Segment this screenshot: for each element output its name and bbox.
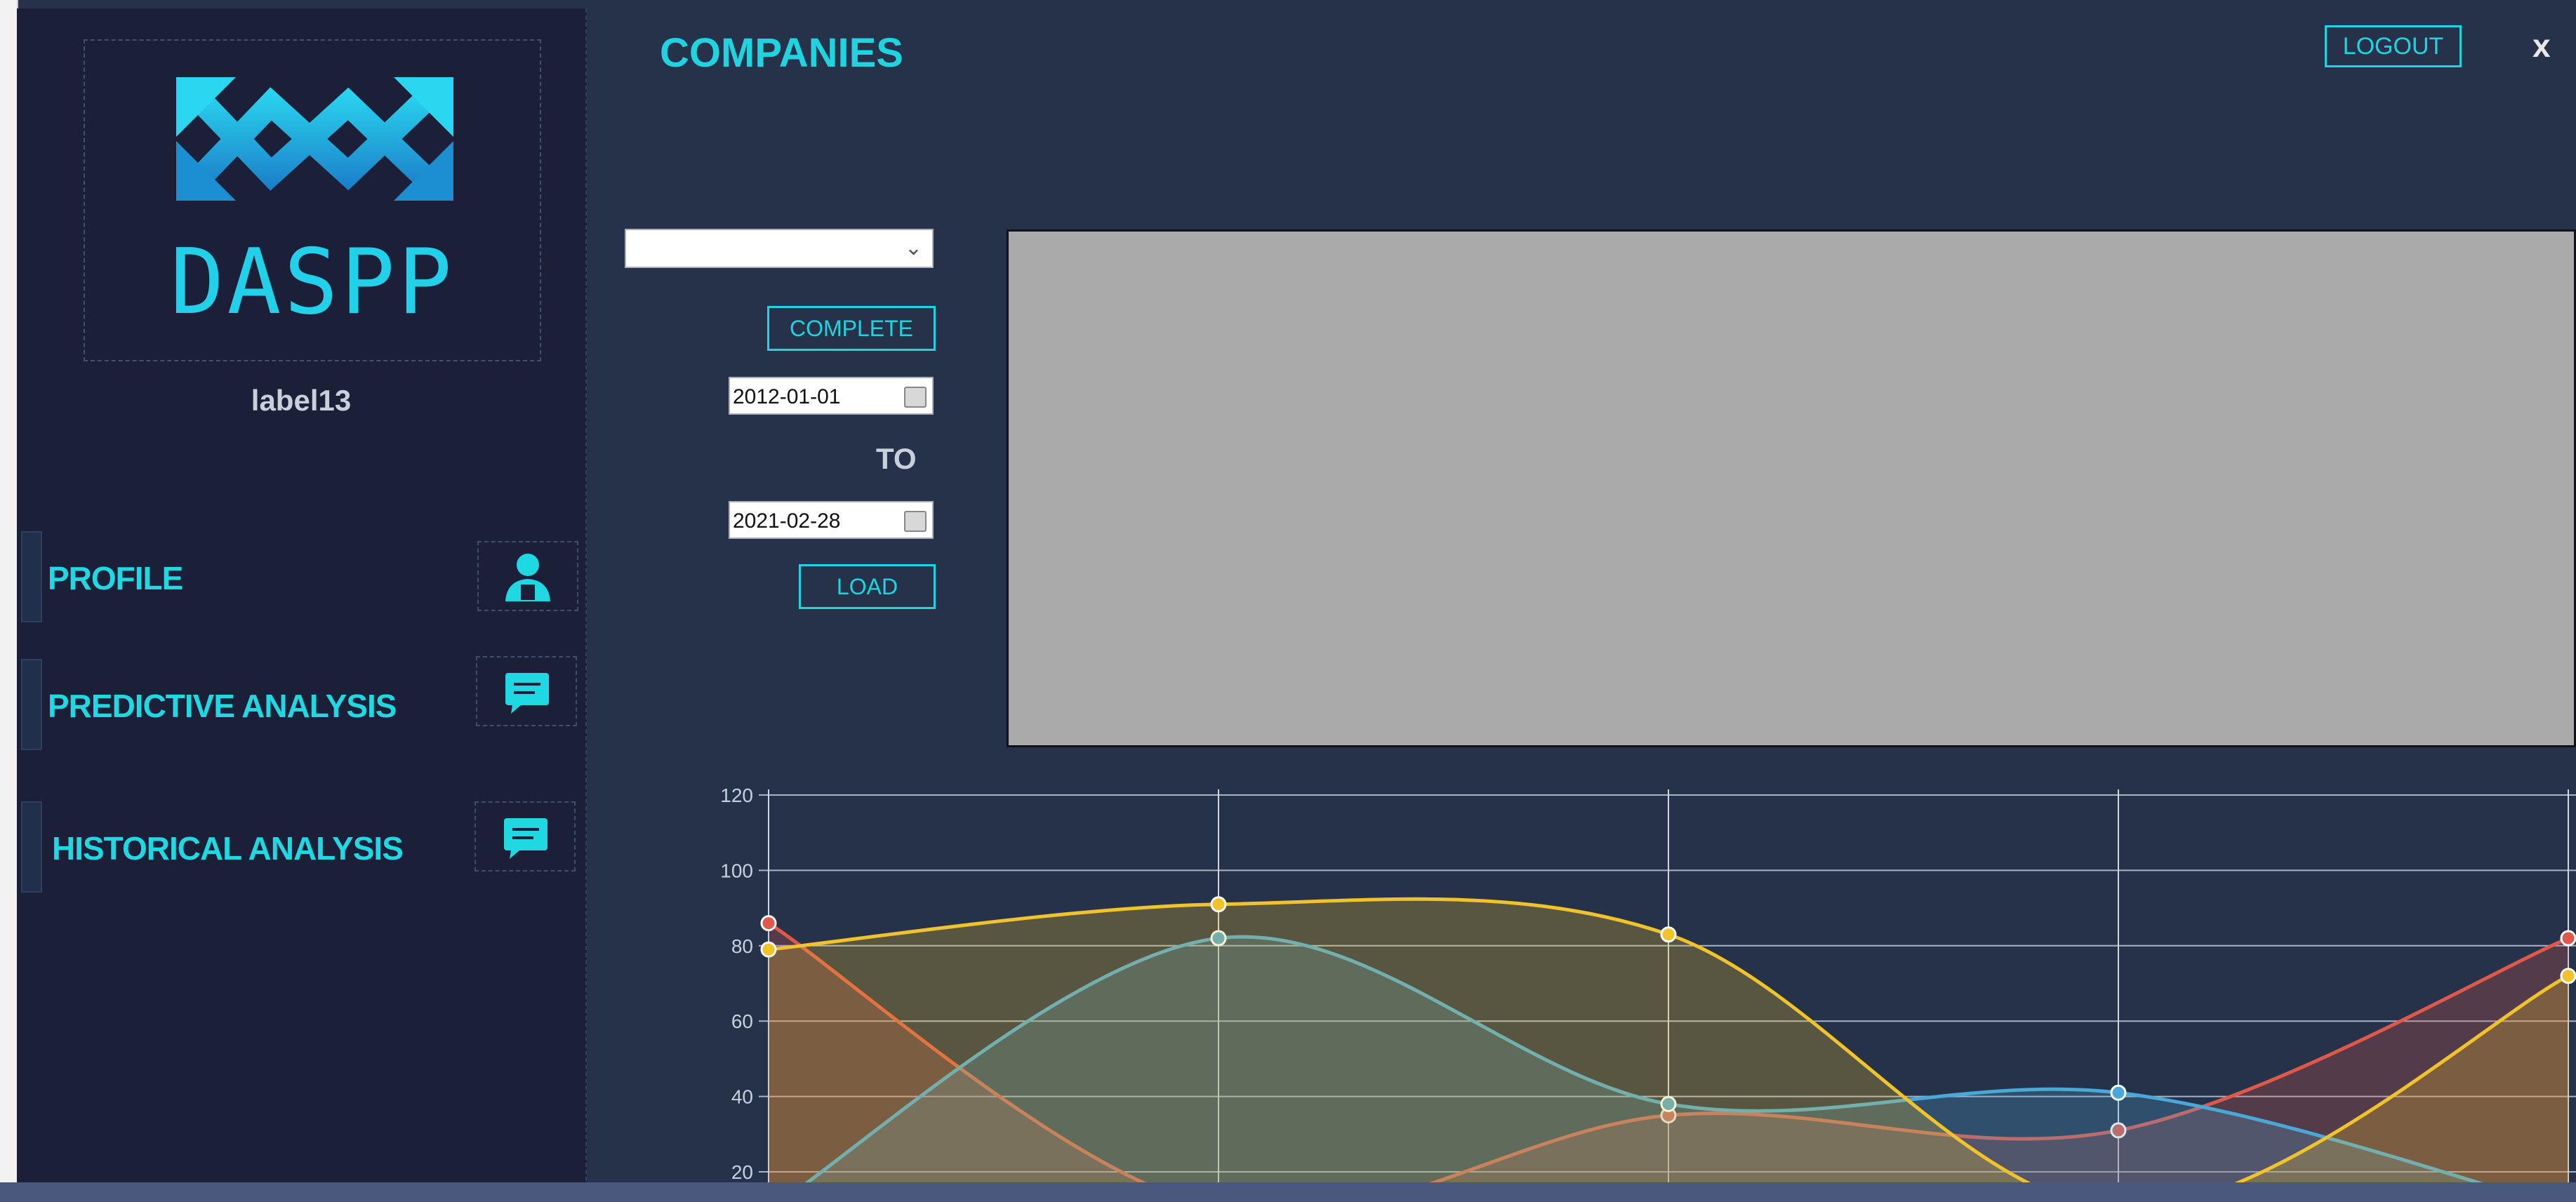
load-button[interactable]: LOAD (799, 564, 936, 609)
from-date-picker[interactable]: 2012-01-01 (729, 377, 934, 415)
sidebar-item-predictive-analysis[interactable]: PREDICTIVE ANALYSIS (17, 656, 585, 750)
bottom-window-bar (0, 1182, 2576, 1202)
user-label: label13 (251, 384, 352, 417)
data-point (1660, 926, 1677, 943)
data-point (1210, 896, 1227, 913)
window-left-edge (0, 0, 18, 1202)
chevron-down-icon: ⌄ (904, 236, 922, 260)
user-icon[interactable] (477, 541, 578, 611)
y-tick-label: 60 (731, 1010, 753, 1032)
complete-button[interactable]: COMPLETE (767, 306, 936, 351)
logout-button[interactable]: LOGOUT (2325, 25, 2462, 67)
nav-tab-indicator (21, 531, 42, 622)
data-point (760, 915, 777, 932)
data-point (2110, 1084, 2127, 1101)
line-area-chart: 120 100 80 60 40 20 (720, 784, 2576, 1193)
to-label: TO (876, 442, 917, 475)
y-tick-label: 120 (720, 784, 753, 806)
sidebar-item-label: HISTORICAL ANALYSIS (52, 830, 404, 867)
data-point (2560, 968, 2576, 984)
y-tick-label: 40 (731, 1086, 753, 1108)
chat-icon[interactable] (476, 656, 577, 726)
to-date-picker[interactable]: 2021-02-28 (729, 501, 934, 539)
data-point (2560, 930, 2576, 947)
sidebar-item-label: PREDICTIVE ANALYSIS (48, 688, 397, 724)
logo-box: DASPP (84, 39, 541, 361)
company-select[interactable]: ⌄ (625, 229, 934, 268)
sidebar-item-profile[interactable]: PROFILE (17, 531, 585, 622)
data-grid-panel (1007, 229, 2576, 747)
y-tick-label: 100 (720, 860, 753, 881)
y-tick-label: 20 (731, 1161, 753, 1183)
sidebar: DASPP label13 PROFILE PREDICTIVE ANALYSI… (17, 8, 587, 1202)
calendar-icon[interactable] (904, 387, 927, 408)
logo-text: DASPP (170, 230, 455, 335)
y-tick-label: 80 (731, 935, 753, 957)
data-point (760, 941, 777, 958)
sidebar-item-label: PROFILE (48, 560, 183, 596)
nav-tab-indicator (21, 801, 42, 893)
nav-tab-indicator (21, 659, 42, 750)
chat-icon[interactable] (474, 801, 576, 872)
sidebar-item-historical-analysis[interactable]: HISTORICAL ANALYSIS (17, 801, 585, 893)
calendar-icon[interactable] (904, 511, 927, 532)
from-date-value: 2012-01-01 (733, 385, 841, 408)
to-date-value: 2021-02-28 (733, 509, 841, 533)
close-icon[interactable]: x (2532, 27, 2551, 65)
page-title: COMPANIES (660, 30, 903, 76)
